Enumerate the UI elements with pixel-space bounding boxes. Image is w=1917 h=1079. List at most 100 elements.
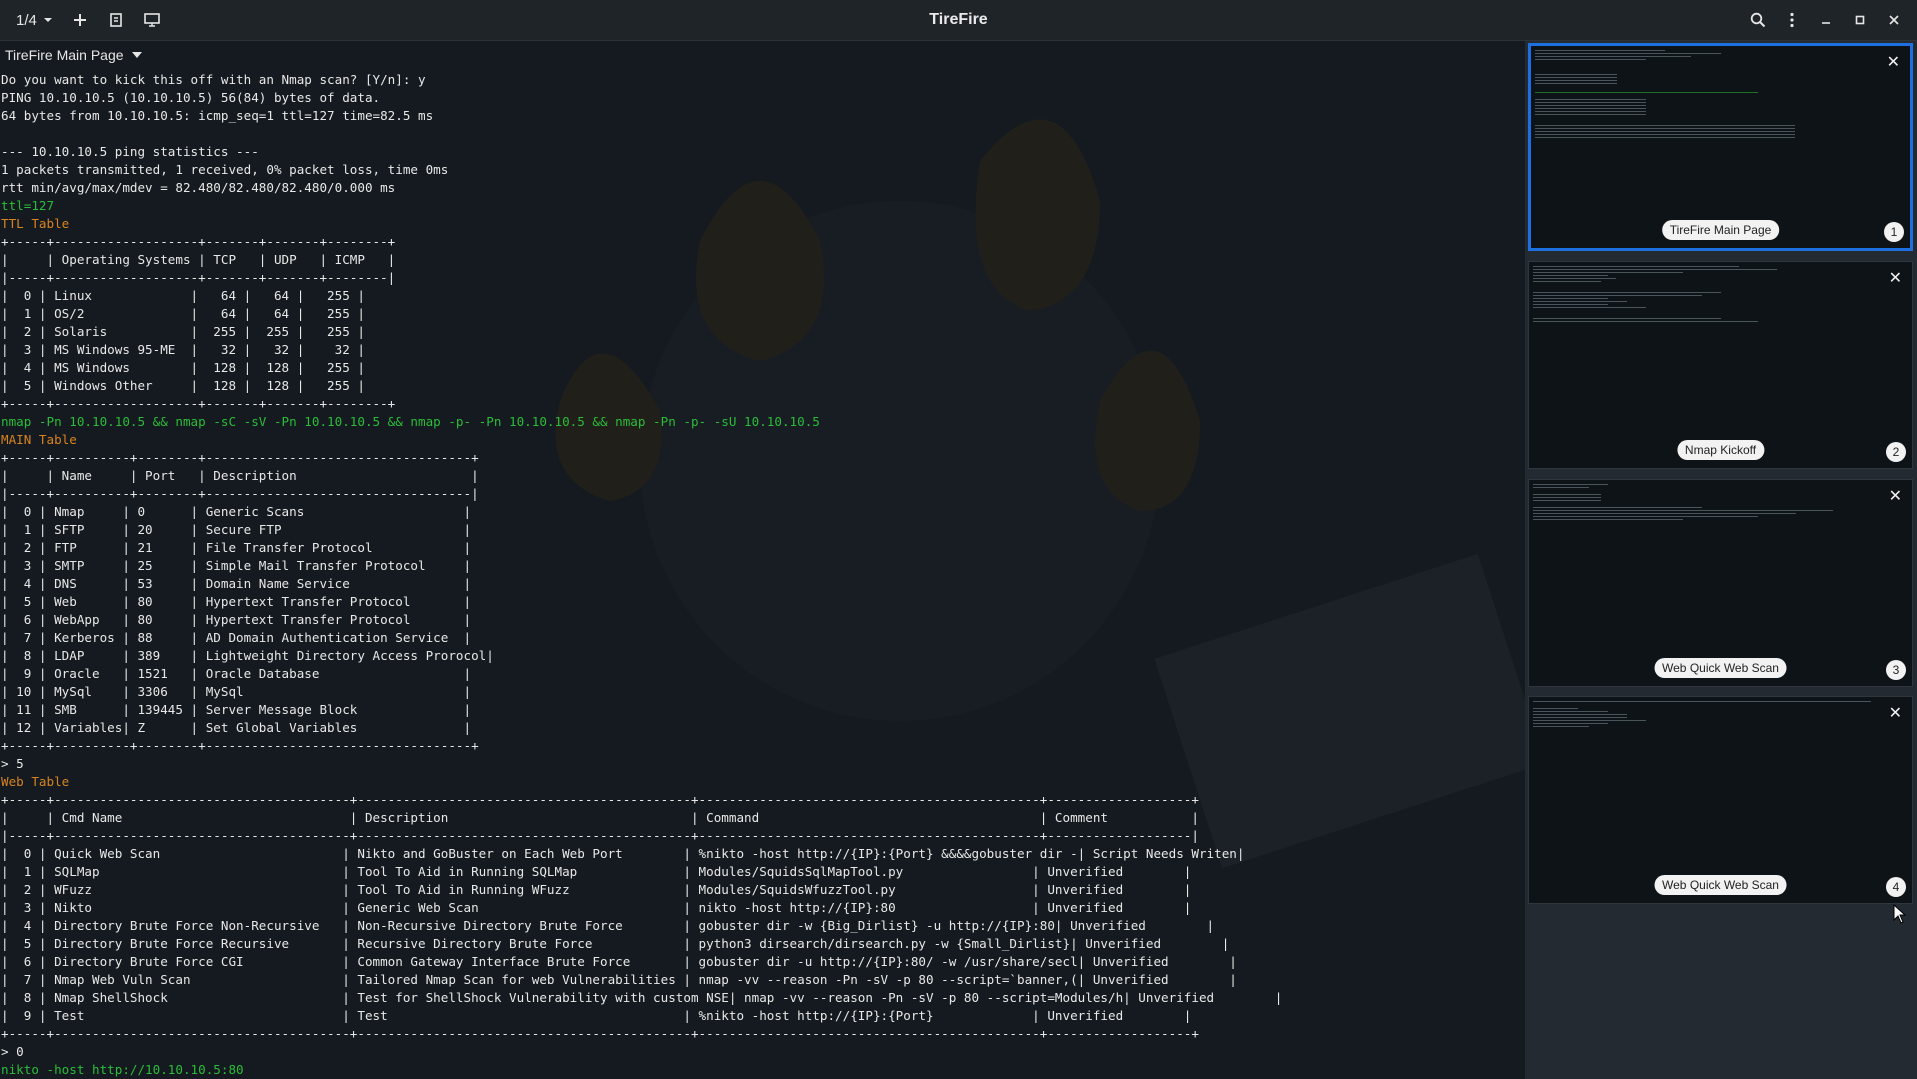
thumbnail-title: TireFire Main Page: [1661, 220, 1780, 240]
screen-icon: [144, 13, 160, 27]
table-header: | | Operating Systems | TCP | UDP | ICMP…: [1, 252, 396, 267]
table-row: | 5 | Web | 80 | Hypertext Transfer Prot…: [1, 594, 472, 609]
minimize-button[interactable]: [1809, 3, 1843, 37]
thumbnail-title: Nmap Kickoff: [1676, 440, 1765, 460]
chevron-down-icon: [43, 18, 52, 22]
title-bar: 1/4 TireFire: [0, 0, 1917, 41]
table-row: | 1 | OS/2 | 64 | 64 | 255 |: [1, 306, 365, 321]
terminal-line: rtt min/avg/max/mdev = 82.480/82.480/82.…: [1, 180, 396, 195]
screen-button[interactable]: [137, 5, 167, 35]
terminal-prompt: > 0: [1, 1044, 24, 1059]
caret-down-icon: [131, 52, 142, 58]
table-border: +-----+-------------------+-------+-----…: [1, 396, 396, 411]
table-separator: |-----+-------------------+-------+-----…: [1, 270, 396, 285]
table-row: | 8 | Nmap ShellShock | Test for ShellSh…: [1, 990, 1283, 1005]
table-border: +-----+----------+--------+-------------…: [1, 450, 479, 465]
thumbnail-preview: [1533, 484, 1908, 682]
table-row: | 3 | MS Windows 95-ME | 32 | 32 | 32 |: [1, 342, 365, 357]
table-row: | 2 | FTP | 21 | File Transfer Protocol …: [1, 540, 472, 555]
header-right-controls: [1741, 0, 1917, 40]
plus-icon: [73, 14, 86, 26]
table-row: | 8 | LDAP | 389 | Lightweight Directory…: [1, 648, 494, 663]
table-row: | 9 | Oracle | 1521 | Oracle Database |: [1, 666, 472, 681]
table-row: | 1 | SQLMap | Tool To Aid in Running SQ…: [1, 864, 1192, 879]
thumbnail-title: Web Quick Web Scan: [1654, 875, 1787, 895]
final-command-line: nikto -host http://10.10.10.5:80: [1, 1062, 244, 1077]
nmap-command-line: nmap -Pn 10.10.10.5 && nmap -sC -sV -Pn …: [1, 414, 820, 429]
terminal-line: --- 10.10.10.5 ping statistics ---: [1, 144, 259, 159]
tab-thumbnail[interactable]: ✕ Nmap Kickoff 2: [1528, 261, 1913, 469]
table-separator: |-----+----------+--------+-------------…: [1, 486, 479, 501]
table-row: | 4 | DNS | 53 | Domain Name Service |: [1, 576, 472, 591]
table-row: | 4 | Directory Brute Force Non-Recursiv…: [1, 918, 1215, 933]
table-row: | 0 | Nmap | 0 | Generic Scans |: [1, 504, 472, 519]
mouse-pointer-icon: [1893, 904, 1907, 924]
table-row: | 7 | Kerberos | 88 | AD Domain Authenti…: [1, 630, 472, 645]
tab-thumbnail[interactable]: ✕ Web Quick Web Scan 4: [1528, 696, 1913, 904]
close-window-button[interactable]: [1877, 3, 1911, 37]
terminal-pane[interactable]: TireFire Main Page Do you want to kick t…: [0, 41, 1525, 1079]
ttl-line: ttl=127: [1, 198, 55, 213]
detach-tab-button[interactable]: [101, 5, 131, 35]
thumbnail-number: 2: [1886, 442, 1906, 462]
thumbnail-preview: [1535, 50, 1906, 244]
tab-counter-dropdown[interactable]: 1/4: [10, 7, 59, 33]
table-separator: |-----+---------------------------------…: [1, 828, 1199, 843]
table-border: +-----+-------------------+-------+-----…: [1, 234, 396, 249]
kebab-menu-icon: [1790, 12, 1794, 28]
header-left-controls: 1/4: [0, 0, 167, 40]
close-tab-button[interactable]: ✕: [1887, 52, 1900, 72]
terminal-line: Do you want to kick this off with an Nma…: [1, 72, 426, 87]
close-icon: [1889, 15, 1899, 25]
table-row: | 2 | WFuzz | Tool To Aid in Running WFu…: [1, 882, 1192, 897]
table-row: | 12 | Variables| Z | Set Global Variabl…: [1, 720, 472, 735]
close-tab-button[interactable]: ✕: [1889, 486, 1902, 506]
thumbnail-preview: [1533, 701, 1908, 899]
new-tab-button[interactable]: [65, 5, 95, 35]
terminal-tab-label: TireFire Main Page: [5, 47, 124, 63]
table-border: +-----+---------------------------------…: [1, 1026, 1199, 1041]
thumbnail-number: 4: [1886, 877, 1906, 897]
window-title: TireFire: [929, 11, 988, 28]
menu-button[interactable]: [1775, 3, 1809, 37]
close-tab-button[interactable]: ✕: [1889, 268, 1902, 288]
maximize-button[interactable]: [1843, 3, 1877, 37]
close-tab-button[interactable]: ✕: [1889, 703, 1902, 723]
table-row: | 5 | Directory Brute Force Recursive | …: [1, 936, 1230, 951]
table-row: | 2 | Solaris | 255 | 255 | 255 |: [1, 324, 365, 339]
table-row: | 5 | Windows Other | 128 | 128 | 255 |: [1, 378, 365, 393]
minimize-icon: [1822, 22, 1830, 24]
terminal-output: Do you want to kick this off with an Nma…: [1, 71, 1282, 1079]
tab-thumbnail[interactable]: ✕ Web Quick Web Scan 3: [1528, 479, 1913, 687]
ttl-table-title: TTL Table: [1, 216, 70, 231]
tab-counter-label: 1/4: [16, 11, 37, 29]
thumbnail-number: 1: [1884, 222, 1904, 242]
maximize-icon: [1855, 15, 1865, 25]
table-border: +-----+---------------------------------…: [1, 792, 1199, 807]
table-row: | 9 | Test | Test | %nikto -host http://…: [1, 1008, 1192, 1023]
tab-thumbnail[interactable]: ✕ TireFire Main Page 1: [1528, 43, 1913, 251]
search-button[interactable]: [1741, 3, 1775, 37]
detach-icon: [110, 13, 122, 27]
search-icon: [1750, 12, 1766, 28]
tab-overview-sidebar: ✕ TireFire Main Page 1 ✕ Nmap Kickoff 2 …: [1525, 41, 1917, 1079]
table-row: | 4 | MS Windows | 128 | 128 | 255 |: [1, 360, 365, 375]
table-row: | 6 | WebApp | 80 | Hypertext Transfer P…: [1, 612, 472, 627]
thumbnail-preview: [1533, 266, 1908, 464]
terminal-tab-dropdown[interactable]: TireFire Main Page: [5, 47, 142, 63]
main-table-title: MAIN Table: [1, 432, 77, 447]
table-border: +-----+----------+--------+-------------…: [1, 738, 479, 753]
table-row: | 0 | Quick Web Scan | Nikto and GoBuste…: [1, 846, 1245, 861]
table-row: | 3 | SMTP | 25 | Simple Mail Transfer P…: [1, 558, 472, 573]
table-row: | 6 | Directory Brute Force CGI | Common…: [1, 954, 1237, 969]
terminal-line: 1 packets transmitted, 1 received, 0% pa…: [1, 162, 449, 177]
terminal-prompt: > 5: [1, 756, 24, 771]
table-row: | 1 | SFTP | 20 | Secure FTP |: [1, 522, 472, 537]
table-header: | | Cmd Name | Description | Command | C…: [1, 810, 1199, 825]
terminal-line: PING 10.10.10.5 (10.10.10.5) 56(84) byte…: [1, 90, 381, 105]
table-row: | 11 | SMB | 139445 | Server Message Blo…: [1, 702, 472, 717]
thumbnail-number: 3: [1886, 660, 1906, 680]
thumbnail-title: Web Quick Web Scan: [1654, 658, 1787, 678]
table-header: | | Name | Port | Description |: [1, 468, 479, 483]
table-row: | 3 | Nikto | Generic Web Scan | nikto -…: [1, 900, 1192, 915]
